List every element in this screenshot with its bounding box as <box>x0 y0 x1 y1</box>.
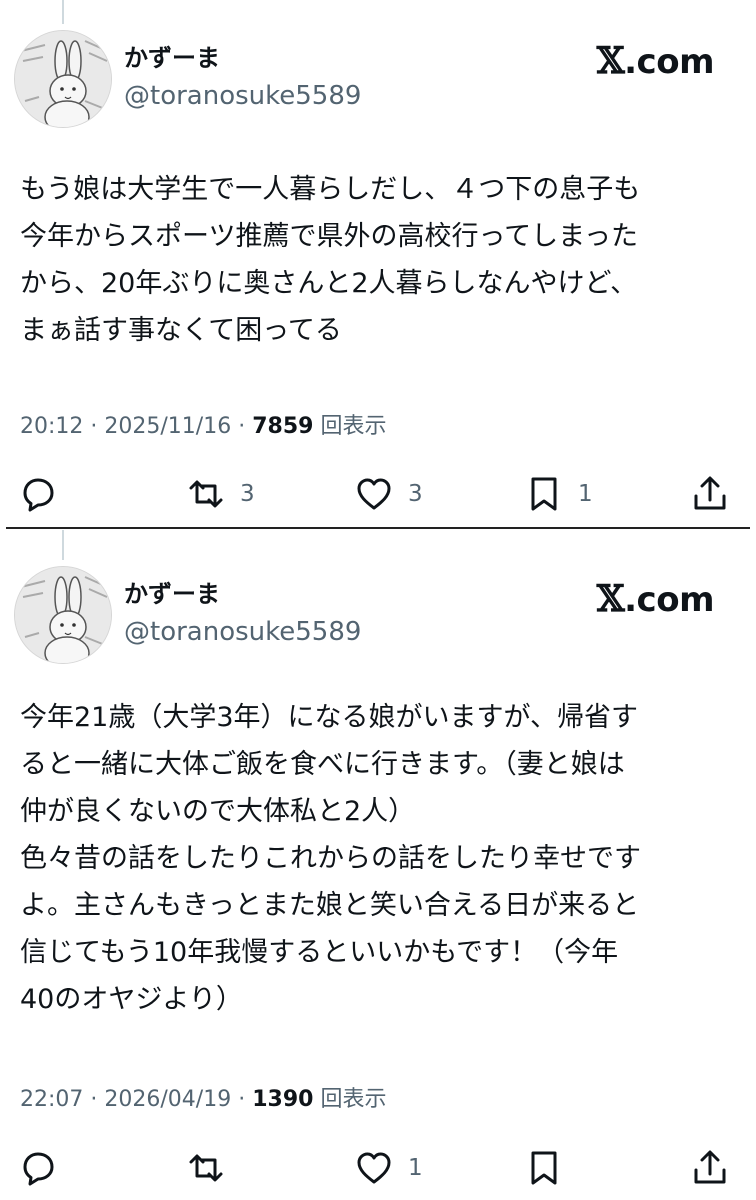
reply-icon <box>23 1152 54 1186</box>
reply-button[interactable] <box>18 1146 58 1190</box>
brand-suffix: .com <box>624 580 714 620</box>
tweet-meta: 20:12 · 2025/11/16 · 7859 回表示 <box>20 412 386 442</box>
avatar[interactable] <box>14 30 112 128</box>
bookmark-count: 1 <box>578 481 593 507</box>
heart-icon <box>357 1152 391 1184</box>
meta-separator: · <box>238 414 246 439</box>
tweet-text: もう娘は大学生で一人暮らしだし、４つ下の息子も 今年からスポーツ推薦で県外の高校… <box>20 174 641 346</box>
tweet-card[interactable]: かずーま @toranosuke5589 𝕏.com 今年21歳（大学3年）にな… <box>0 530 756 1200</box>
meta-separator: · <box>238 1087 246 1112</box>
user-info[interactable]: かずーま @toranosuke5589 <box>124 42 361 114</box>
like-count: 3 <box>408 481 423 507</box>
meta-separator: · <box>90 1087 98 1112</box>
bookmark-button[interactable] <box>524 1146 578 1190</box>
display-name[interactable]: かずーま <box>124 42 361 74</box>
tweet-card[interactable]: かずーま @toranosuke5589 𝕏.com もう娘は大学生で一人暮らし… <box>0 0 756 528</box>
meta-separator: · <box>90 414 98 439</box>
tweet-time[interactable]: 22:07 <box>20 1087 83 1112</box>
bookmark-button[interactable]: 1 <box>524 472 593 516</box>
tweet-text: 今年21歳（大学3年）になる娘がいますが、帰省す ると一緒に大体ご飯を食べに行き… <box>20 702 641 1015</box>
share-button[interactable] <box>690 1146 730 1190</box>
avatar[interactable] <box>14 566 112 664</box>
user-handle[interactable]: @toranosuke5589 <box>124 614 361 650</box>
user-handle[interactable]: @toranosuke5589 <box>124 78 361 114</box>
views-count[interactable]: 7859 <box>252 414 313 439</box>
thread-line <box>62 0 64 24</box>
retweet-count: 3 <box>240 481 255 507</box>
tweet-date[interactable]: 2026/04/19 <box>104 1087 231 1112</box>
x-logo-icon: 𝕏 <box>596 578 625 620</box>
retweet-button[interactable] <box>186 1146 240 1190</box>
share-icon <box>694 476 726 510</box>
tweet-date[interactable]: 2025/11/16 <box>104 414 231 439</box>
reply-icon <box>23 478 54 512</box>
x-brand-logo: 𝕏.com <box>596 40 715 82</box>
views-label: 回表示 <box>320 414 387 439</box>
retweet-button[interactable]: 3 <box>186 472 255 516</box>
bookmark-icon <box>531 477 557 511</box>
brand-suffix: .com <box>624 42 714 82</box>
x-logo-icon: 𝕏 <box>596 40 625 82</box>
like-button[interactable]: 3 <box>354 472 423 516</box>
views-count[interactable]: 1390 <box>252 1087 313 1112</box>
views-label: 回表示 <box>320 1087 387 1112</box>
thread-line <box>62 530 64 560</box>
tweet-meta: 22:07 · 2026/04/19 · 1390 回表示 <box>20 1085 386 1115</box>
reply-button[interactable] <box>18 472 58 516</box>
like-count: 1 <box>408 1155 423 1181</box>
x-brand-logo: 𝕏.com <box>596 578 715 620</box>
action-bar: 1 <box>0 1146 756 1190</box>
tweet-time[interactable]: 20:12 <box>20 414 83 439</box>
share-icon <box>694 1150 726 1184</box>
rabbit-avatar-icon <box>15 31 111 127</box>
bookmark-icon <box>531 1151 557 1185</box>
display-name[interactable]: かずーま <box>124 578 361 610</box>
action-bar: 3 3 1 <box>0 472 756 516</box>
retweet-icon <box>189 480 223 508</box>
heart-icon <box>357 478 391 510</box>
rabbit-avatar-icon <box>15 567 111 663</box>
user-info[interactable]: かずーま @toranosuke5589 <box>124 578 361 650</box>
retweet-icon <box>189 1154 223 1182</box>
tweet-divider <box>6 527 750 529</box>
share-button[interactable] <box>690 472 730 516</box>
like-button[interactable]: 1 <box>354 1146 423 1190</box>
